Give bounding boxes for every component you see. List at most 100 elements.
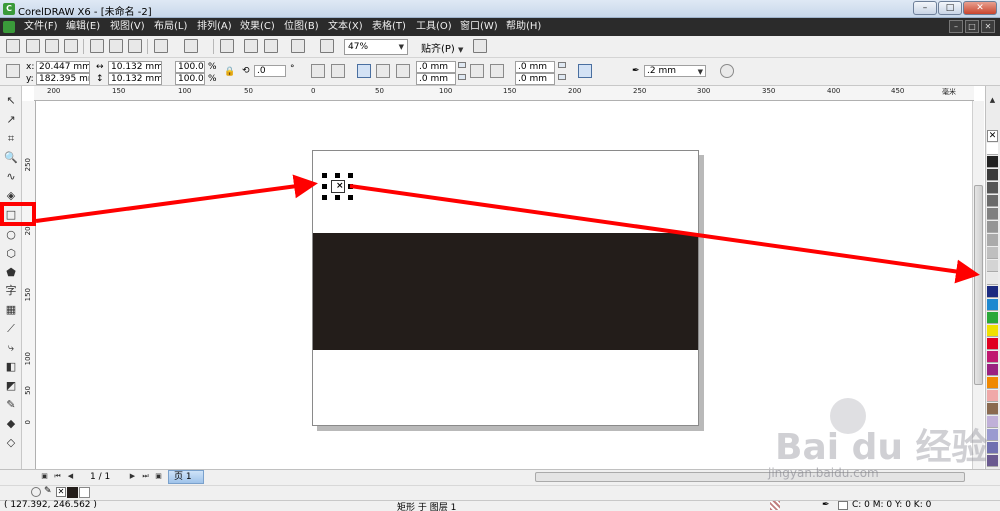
blend-tool-icon[interactable]: ◧ [4,360,18,374]
width-field[interactable]: 10.132 mm [108,61,162,73]
selection-handle[interactable] [322,173,327,178]
x-position-field[interactable]: 20.447 mm [36,61,90,73]
maximize-button[interactable]: □ [938,1,962,15]
doc-minimize-button[interactable]: – [949,20,963,33]
palette-swatch[interactable] [987,364,998,376]
page-tab-1[interactable]: 页 1 [168,470,204,484]
search-content-icon[interactable] [220,39,234,53]
previous-page-icon[interactable]: ◀ [66,472,75,481]
no-color-swatch[interactable]: ✕ [987,130,998,142]
zoom-tool-icon[interactable]: 🔍 [4,151,18,165]
menu-file[interactable]: 文件(F) [24,20,58,34]
palette-swatch[interactable] [987,442,998,454]
selection-handle[interactable] [348,173,353,178]
corner-bottom-left-field[interactable]: .0 mm [416,73,456,85]
text-tool-icon[interactable]: 字 [4,284,18,298]
height-field[interactable]: 10.132 mm [108,73,162,85]
horizontal-scrollbar[interactable] [535,472,965,482]
eyedropper-tool-icon[interactable]: ✎ [4,398,18,412]
palette-swatch[interactable] [987,260,998,272]
palette-swatch[interactable] [987,390,998,402]
add-page-after-icon[interactable]: ▣ [154,472,163,481]
eyedropper-icon[interactable]: ✎ [44,486,52,496]
outline-width-select[interactable]: .2 mm ▼ [644,65,706,77]
palette-swatch[interactable] [987,429,998,441]
mirror-horizontal-icon[interactable] [311,64,325,78]
selection-handle[interactable] [335,173,340,178]
menu-layout[interactable]: 布局(L) [154,20,187,34]
menu-bitmaps[interactable]: 位图(B) [284,20,319,34]
lock-ratio-icon[interactable]: 🔒 [224,67,235,77]
black-rectangle[interactable] [313,233,698,350]
palette-swatch[interactable] [987,377,998,389]
selection-handle[interactable] [322,195,327,200]
menu-tools[interactable]: 工具(O) [416,20,452,34]
palette-swatch[interactable] [987,286,998,298]
new-document-icon[interactable] [6,39,20,53]
palette-options-icon[interactable] [31,487,41,497]
round-corner-icon[interactable] [357,64,371,78]
palette-swatch[interactable] [987,312,998,324]
print-icon[interactable] [64,39,78,53]
palette-scroll-up-icon[interactable]: ▲ [987,96,998,106]
polygon-tool-icon[interactable]: ⬡ [4,247,18,261]
corner-bottom-right-field[interactable]: .0 mm [515,73,555,85]
menu-help[interactable]: 帮助(H) [506,20,541,34]
scale-width-field[interactable]: 100.0 [175,61,205,73]
menu-effects[interactable]: 效果(C) [240,20,275,34]
spin-down-icon[interactable] [558,74,566,80]
doc-restore-button[interactable]: □ [965,20,979,33]
palette-swatch[interactable] [987,143,998,155]
palette-swatch[interactable] [987,416,998,428]
close-button[interactable]: ✕ [963,1,997,15]
palette-swatch[interactable] [987,351,998,363]
palette-swatch[interactable] [987,299,998,311]
mirror-vertical-icon[interactable] [331,64,345,78]
object-origin-icon[interactable] [6,64,20,78]
copy-icon[interactable] [109,39,123,53]
selection-handle[interactable] [348,195,353,200]
relative-corner-icon[interactable] [490,64,504,78]
lock-corners-icon[interactable] [470,64,484,78]
cut-icon[interactable] [90,39,104,53]
paste-icon[interactable] [128,39,142,53]
palette-swatch[interactable] [987,455,998,467]
connector-tool-icon[interactable]: ⤷ [4,341,18,355]
menu-edit[interactable]: 编辑(E) [66,20,100,34]
freehand-tool-icon[interactable]: ∿ [4,170,18,184]
no-color-swatch[interactable]: ✕ [56,487,66,497]
fill-tool-icon[interactable]: ◆ [4,417,18,431]
palette-swatch[interactable] [987,325,998,337]
shape-tool-icon[interactable]: ↗ [4,113,18,127]
palette-swatch[interactable] [987,221,998,233]
table-tool-icon[interactable]: ▦ [4,303,18,317]
export-icon[interactable] [264,39,278,53]
palette-swatch[interactable] [987,169,998,181]
basic-shapes-tool-icon[interactable]: ⬟ [4,266,18,280]
convert-to-curves-icon[interactable] [720,64,734,78]
spin-up-icon[interactable] [558,62,566,68]
menu-arrange[interactable]: 排列(A) [197,20,232,34]
palette-swatch[interactable] [987,182,998,194]
vertical-scrollbar-thumb[interactable] [974,185,983,385]
doc-close-button[interactable]: ✕ [981,20,995,33]
selection-handle[interactable] [322,184,327,189]
minimize-button[interactable]: – [913,1,937,15]
menu-table[interactable]: 表格(T) [372,20,406,34]
chamfer-corner-icon[interactable] [396,64,410,78]
redo-icon[interactable] [184,39,198,53]
last-page-icon[interactable]: ⏭ [141,472,150,481]
palette-swatch[interactable] [987,234,998,246]
selection-handle[interactable] [335,195,340,200]
transparency-tool-icon[interactable]: ◩ [4,379,18,393]
palette-swatch[interactable] [987,195,998,207]
menu-text[interactable]: 文本(X) [328,20,363,34]
document-color-swatch[interactable] [67,487,78,498]
spin-up-icon[interactable] [458,62,466,68]
add-page-before-icon[interactable]: ▣ [40,472,49,481]
corner-top-left-field[interactable]: .0 mm [416,61,456,73]
palette-swatch[interactable] [987,208,998,220]
scallop-corner-icon[interactable] [376,64,390,78]
first-page-icon[interactable]: ⏮ [53,472,62,481]
smart-fill-tool-icon[interactable]: ◈ [4,189,18,203]
